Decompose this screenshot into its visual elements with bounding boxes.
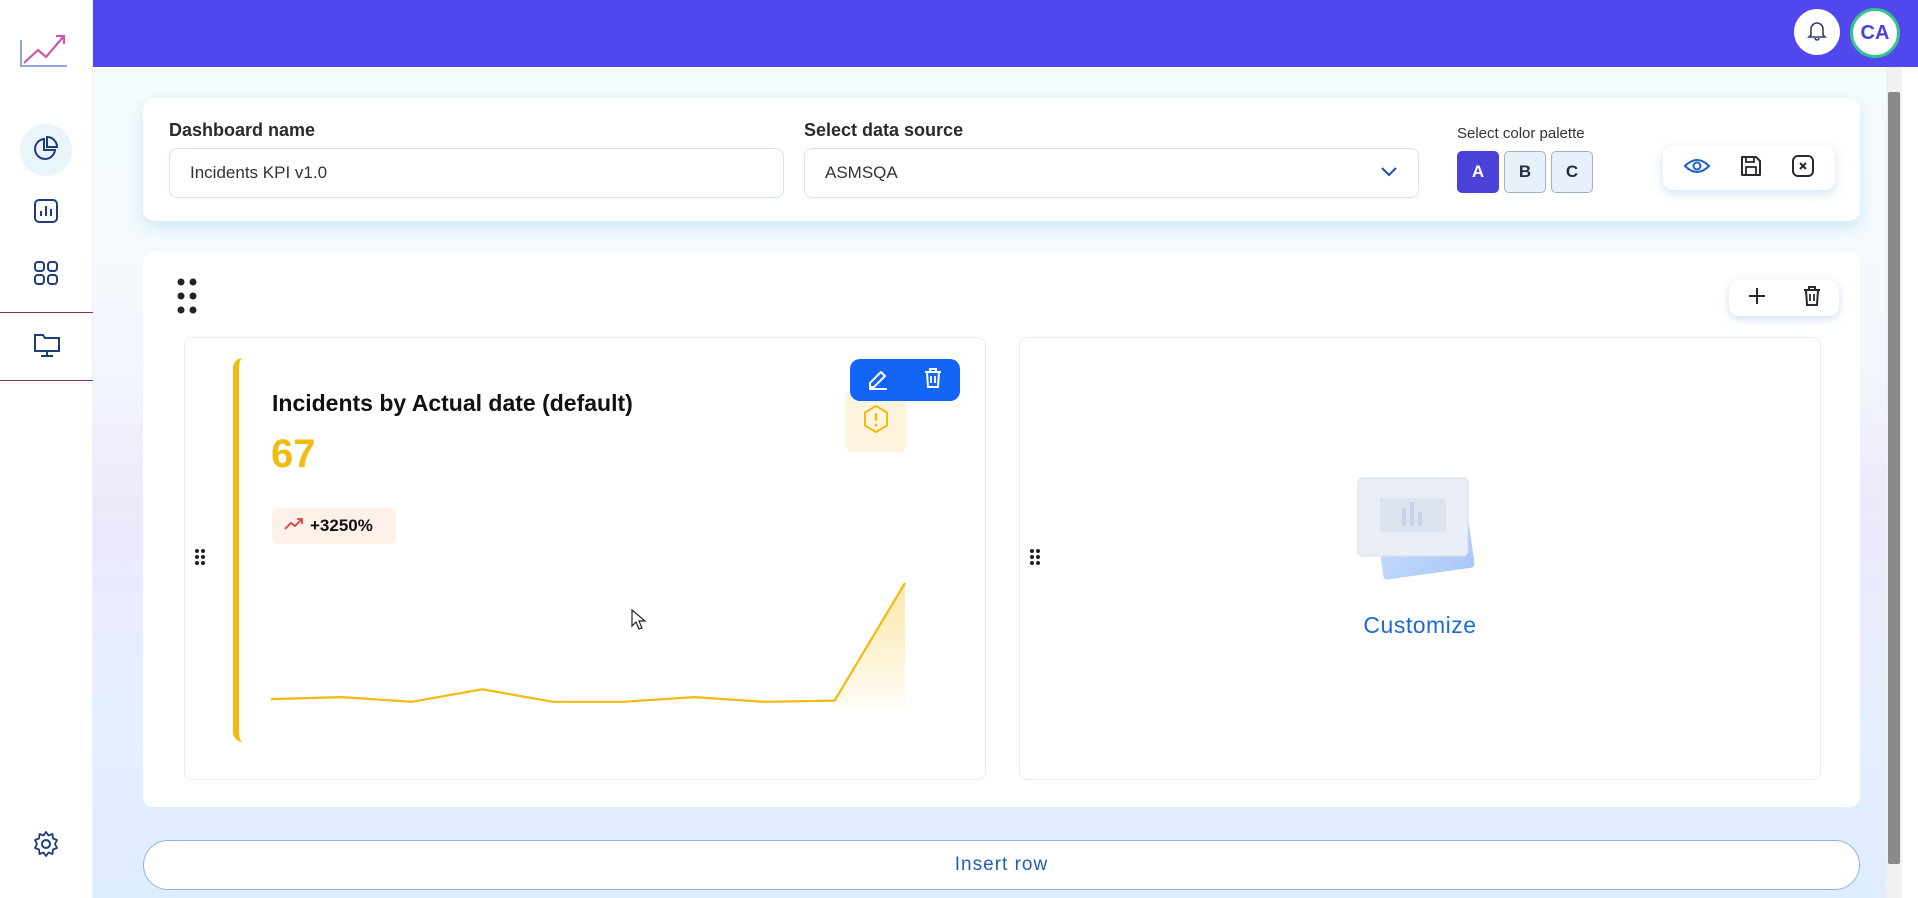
data-source-select[interactable]: ASMSQA [804, 148, 1419, 198]
eye-icon [1683, 159, 1711, 180]
close-icon [1791, 155, 1815, 182]
kpi-value: 67 [271, 432, 316, 476]
chart-placeholder-icon [1350, 468, 1490, 592]
top-bar [93, 0, 1918, 67]
edit-widget-button[interactable] [866, 366, 890, 394]
data-source-value: ASMSQA [825, 163, 898, 182]
dashboard-name-label: Dashboard name [169, 120, 316, 140]
user-avatar[interactable]: CA [1850, 8, 1900, 58]
pencil-icon [866, 371, 890, 394]
sidebar-item-widgets[interactable] [20, 249, 72, 301]
kpi-sparkline [270, 582, 906, 709]
save-button[interactable] [1739, 154, 1763, 182]
trash-icon [922, 368, 944, 394]
sidebar-item-data-sources[interactable] [0, 312, 93, 381]
grid-icon [32, 259, 60, 291]
kpi-title: Incidents by Actual date (default) [272, 390, 633, 416]
sidebar [0, 0, 93, 898]
row-actions [1729, 280, 1839, 316]
delete-row-button[interactable] [1801, 284, 1823, 312]
palette-option-b[interactable]: B [1504, 151, 1546, 193]
trend-value: +3250% [310, 516, 373, 535]
delete-widget-button[interactable] [922, 366, 944, 394]
save-icon [1739, 156, 1763, 182]
trend-up-icon [284, 516, 304, 536]
chevron-down-icon [1380, 163, 1398, 183]
dashboard-name-value: Incidents KPI v1.0 [190, 163, 328, 182]
plus-icon [1746, 288, 1768, 311]
dashboard-name-input[interactable]: Incidents KPI v1.0 [169, 148, 784, 198]
dashboard-actions [1663, 146, 1835, 190]
close-button[interactable] [1791, 154, 1815, 182]
kpi-accent-bar [233, 358, 245, 742]
data-source-label: Select data source [804, 120, 964, 140]
folder-monitor-icon [32, 331, 62, 363]
scrollbar-thumb[interactable] [1888, 92, 1900, 864]
bar-chart-icon [32, 197, 60, 229]
mouse-cursor-icon [631, 608, 647, 635]
trash-icon [1801, 286, 1823, 312]
gear-icon [32, 830, 60, 862]
palette-option-a[interactable]: A [1457, 151, 1499, 193]
insert-row-button[interactable]: Insert row [143, 840, 1860, 890]
preview-button[interactable] [1683, 156, 1711, 180]
widget-drag-handle-icon[interactable] [194, 548, 206, 570]
notifications-button[interactable] [1794, 9, 1840, 55]
warning-hexagon-icon [862, 404, 890, 438]
row-drag-handle-icon[interactable] [176, 277, 200, 321]
pie-chart-icon [32, 134, 60, 166]
palette-option-c[interactable]: C [1551, 151, 1593, 193]
sidebar-item-reports[interactable] [20, 187, 72, 239]
bell-icon [1806, 19, 1828, 45]
app-logo-icon[interactable] [18, 30, 70, 70]
widget-drag-handle-icon[interactable] [1029, 548, 1041, 570]
widget-edit-actions [850, 359, 960, 401]
trend-badge: +3250% [272, 508, 396, 544]
sidebar-item-settings[interactable] [20, 820, 72, 872]
sparkline-line [270, 582, 906, 703]
customize-widget-button[interactable]: Customize [1360, 612, 1480, 639]
add-widget-button[interactable] [1746, 285, 1768, 311]
sidebar-item-dashboards[interactable] [20, 124, 72, 176]
palette-label: Select color palette [1457, 125, 1585, 142]
